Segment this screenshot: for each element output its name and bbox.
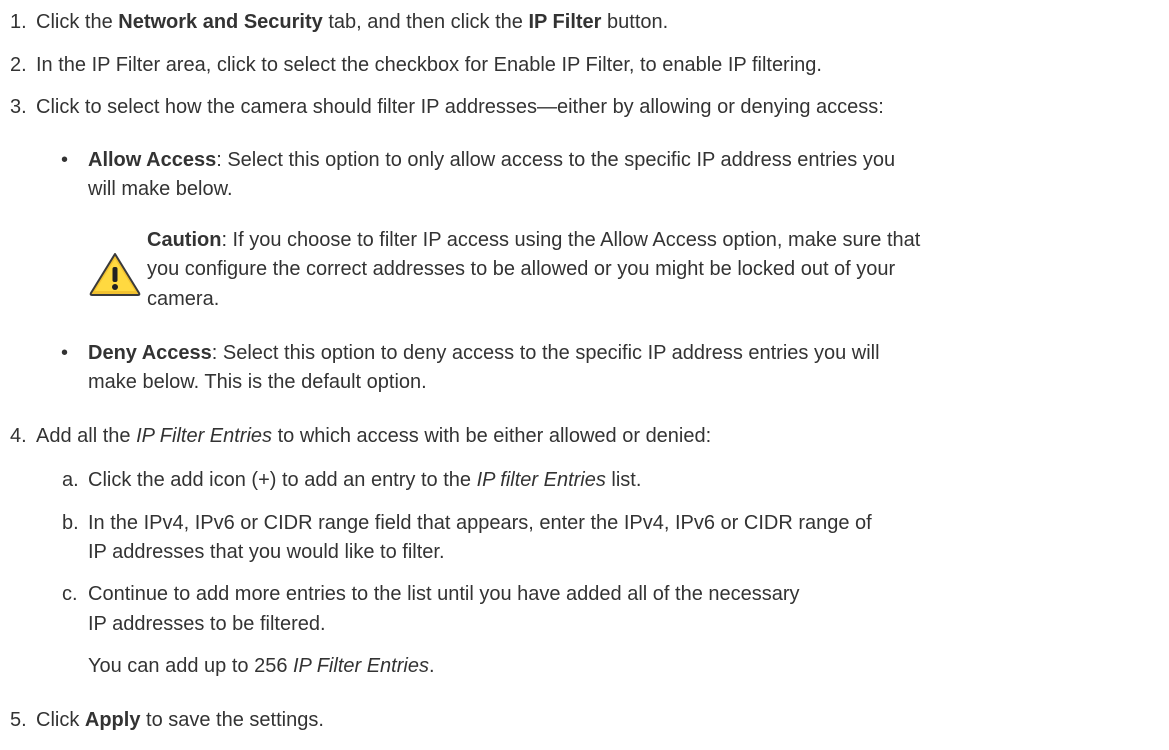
bullet-text-cont: will make below. [88,178,233,200]
step-text: Click Apply to save the settings. [36,709,324,731]
step-text: In the IP Filter area, click to select t… [36,54,822,76]
substep-text: Continue to add more entries to the list… [88,583,800,605]
step-number: 1. [10,11,27,33]
step-text: Click the Network and Security tab, and … [36,11,669,33]
bullet-marker: • [61,342,69,364]
step-text: Click to select how the camera should fi… [36,96,884,118]
step-number: 5. [10,709,27,731]
bullet-text: Deny Access: Select this option to deny … [88,342,880,364]
step-number: 3. [10,96,27,118]
apply-button-ref: Apply [84,709,141,731]
bullet-marker: • [61,149,69,171]
bullet-text: Allow Access: Select this option to only… [88,149,896,171]
substep-marker: c. [62,583,78,605]
substep-text: Click the add icon (+) to add an entry t… [88,469,642,491]
caution-text-cont: camera. [147,288,220,310]
document-page: { "steps": [ { "number": "1.", "pre": "C… [0,0,1169,750]
caution-text: Caution: If you choose to filter IP acce… [147,229,921,251]
step-text: Add all the IP Filter Entries to which a… [36,425,712,447]
caution-label: Caution [147,229,222,251]
substep-text-cont: IP addresses to be filtered. [88,613,326,635]
step-number: 4. [10,425,27,447]
network-and-security-tab-ref: Network and Security [118,11,323,33]
substep-note: You can add up to 256 IP Filter Entries. [88,655,435,677]
ip-filter-button-ref: IP Filter [528,11,602,33]
step-number: 2. [10,54,27,76]
caution-text-cont: you configure the correct addresses to b… [147,258,896,280]
substep-text: In the IPv4, IPv6 or CIDR range field th… [88,512,872,534]
substep-text-cont: IP addresses that you would like to filt… [88,541,445,563]
bullet-text-cont: make below. This is the default option. [88,371,427,393]
substep-marker: b. [62,512,79,534]
substep-marker: a. [62,469,79,491]
warning-triangle-icon [89,253,141,296]
